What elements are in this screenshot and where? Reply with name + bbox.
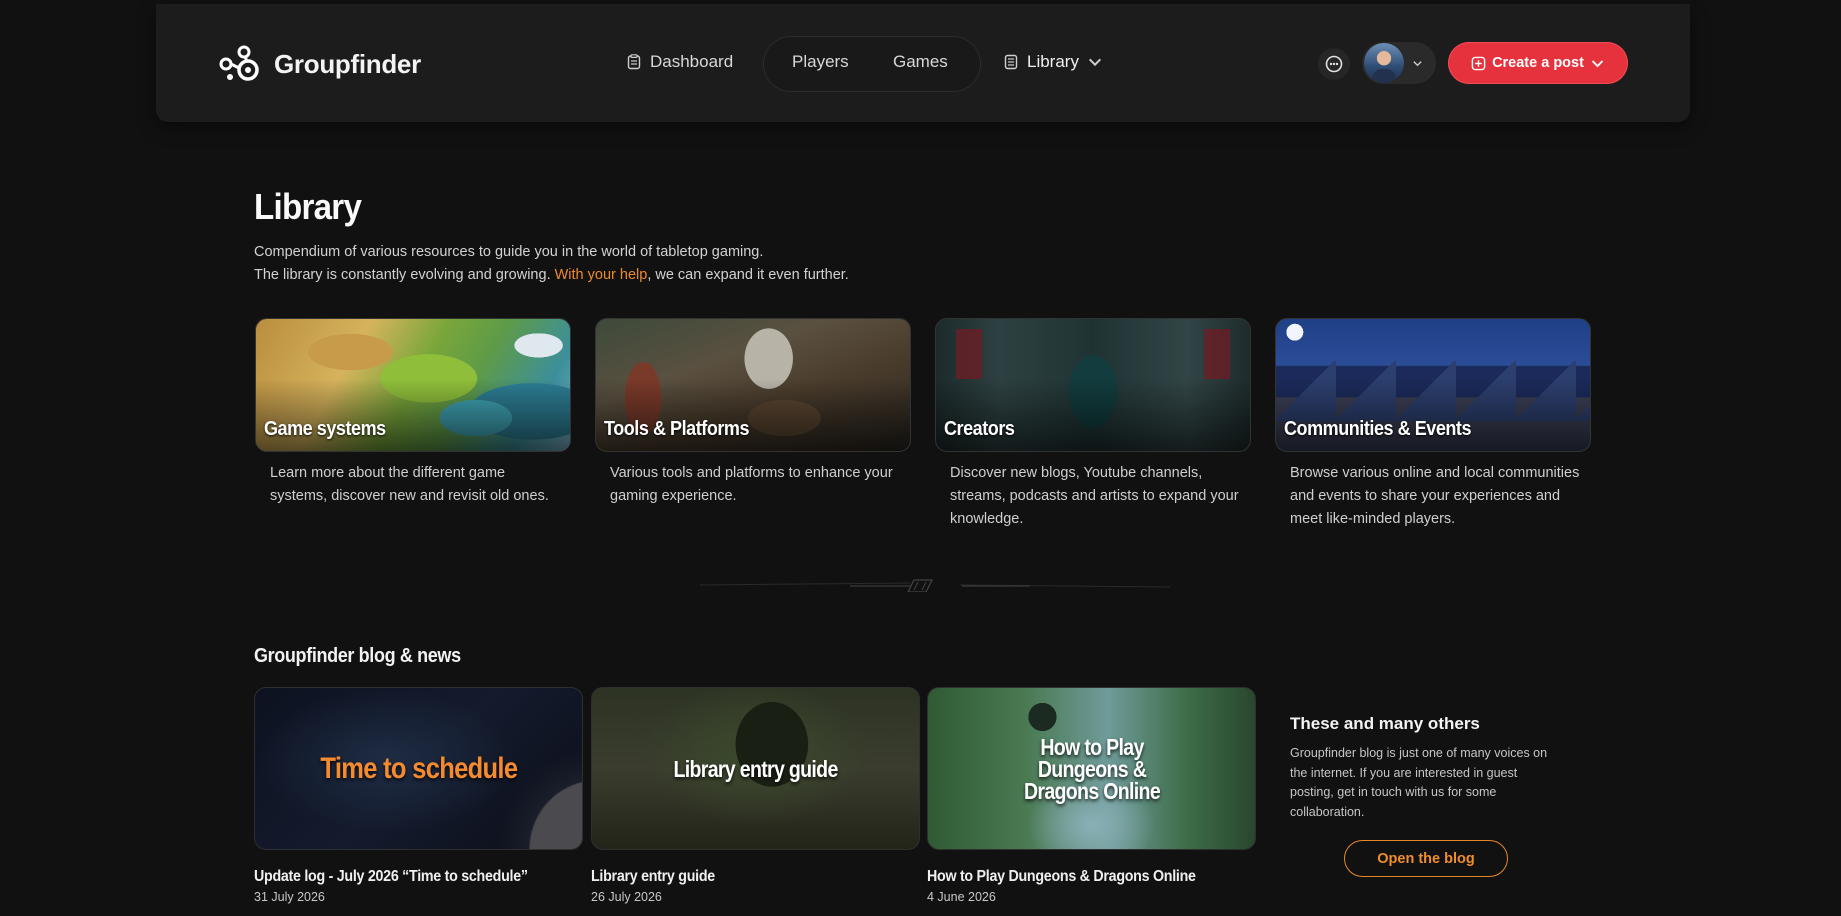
- post-date: 26 July 2026: [591, 890, 662, 904]
- card-communities-events[interactable]: Communities & Events Browse various onli…: [1275, 318, 1591, 531]
- post-title: Update log - July 2026 “Time to schedule…: [254, 868, 528, 885]
- post-title: Library entry guide: [591, 868, 715, 885]
- chat-button[interactable]: [1318, 48, 1350, 80]
- card-title: Communities & Events: [1284, 418, 1472, 440]
- nav-games-label: Games: [893, 52, 948, 71]
- section-divider: [700, 579, 1170, 592]
- card-description: Various tools and platforms to enhance y…: [610, 465, 893, 504]
- card-description: Learn more about the different game syst…: [270, 465, 549, 504]
- post-image: Time to schedule: [254, 687, 583, 850]
- intro-line-1: Compendium of various resources to guide…: [254, 244, 764, 260]
- others-text: Groupfinder blog is just one of many voi…: [1290, 746, 1548, 819]
- library-categories: Game systems Learn more about the differ…: [255, 318, 1591, 538]
- library-icon: [1004, 54, 1018, 70]
- card-title: Game systems: [264, 418, 386, 440]
- blog-post-card[interactable]: How to Play Dungeons & Dragons Online Ho…: [927, 687, 1256, 904]
- post-title: How to Play Dungeons & Dragons Online: [927, 868, 1196, 885]
- nav-players-label: Players: [792, 52, 849, 71]
- create-post-label: Create a post: [1492, 55, 1584, 71]
- blog-others-panel: These and many others Groupfinder blog i…: [1290, 714, 1580, 822]
- groupfinder-logo-icon: [219, 45, 259, 81]
- user-menu-button[interactable]: [1362, 42, 1436, 84]
- post-image-text: How to Play Dungeons & Dragons Online: [1023, 733, 1160, 804]
- nav-library[interactable]: Library: [1003, 52, 1103, 72]
- blog-section-title: Groupfinder blog & news: [254, 645, 461, 667]
- library-intro: Compendium of various resources to guide…: [254, 241, 849, 287]
- brand-logo[interactable]: Groupfinder: [218, 44, 421, 84]
- post-image-text: Library entry guide: [673, 755, 838, 782]
- post-image: How to Play Dungeons & Dragons Online: [927, 687, 1256, 850]
- nav-games[interactable]: Games: [893, 52, 948, 72]
- nav-players[interactable]: Players: [792, 52, 849, 72]
- brand-name: Groupfinder: [274, 48, 421, 79]
- create-post-button[interactable]: Create a post: [1448, 42, 1628, 84]
- card-title: Creators: [944, 418, 1015, 440]
- card-title: Tools & Platforms: [604, 418, 750, 440]
- nav-dashboard[interactable]: Dashboard: [626, 52, 733, 72]
- chevron-down-icon: [1088, 58, 1102, 67]
- dashboard-icon: [627, 54, 641, 70]
- blog-post-card[interactable]: Time to schedule Update log - July 2026 …: [254, 687, 583, 904]
- card-game-systems[interactable]: Game systems Learn more about the differ…: [255, 318, 571, 508]
- card-image: Game systems: [255, 318, 571, 452]
- chevron-down-icon: [1413, 60, 1422, 66]
- post-date: 4 June 2026: [927, 890, 996, 904]
- card-creators[interactable]: Creators Discover new blogs, Youtube cha…: [935, 318, 1251, 531]
- intro-text: , we can expand it even further.: [647, 267, 849, 283]
- card-image: Tools & Platforms: [595, 318, 911, 452]
- card-image: Creators: [935, 318, 1251, 452]
- chevron-down-icon: [1591, 59, 1604, 67]
- nav-library-label: Library: [1027, 52, 1079, 71]
- post-image-text: Time to schedule: [320, 751, 518, 785]
- nav-dashboard-label: Dashboard: [650, 52, 734, 71]
- card-description: Discover new blogs, Youtube channels, st…: [950, 465, 1239, 527]
- page-title: Library: [254, 186, 362, 227]
- chat-icon: [1325, 55, 1343, 73]
- card-description: Browse various online and local communit…: [1290, 465, 1580, 527]
- card-tools-platforms[interactable]: Tools & Platforms Various tools and plat…: [595, 318, 911, 508]
- open-blog-button[interactable]: Open the blog: [1344, 840, 1508, 877]
- blog-post-card[interactable]: Library entry guide Library entry guide …: [591, 687, 920, 904]
- card-image: Communities & Events: [1275, 318, 1591, 452]
- plus-square-icon: [1471, 56, 1486, 70]
- post-image: Library entry guide: [591, 687, 920, 850]
- others-title: These and many others: [1290, 714, 1480, 733]
- top-navbar: Groupfinder Dashboard Players Games Libr…: [156, 4, 1690, 122]
- intro-text: The library is constantly evolving and g…: [254, 267, 555, 283]
- intro-line-2: The library is constantly evolving and g…: [254, 264, 849, 287]
- help-link[interactable]: With your help: [555, 267, 648, 283]
- avatar: [1364, 43, 1404, 83]
- post-date: 31 July 2026: [254, 890, 325, 904]
